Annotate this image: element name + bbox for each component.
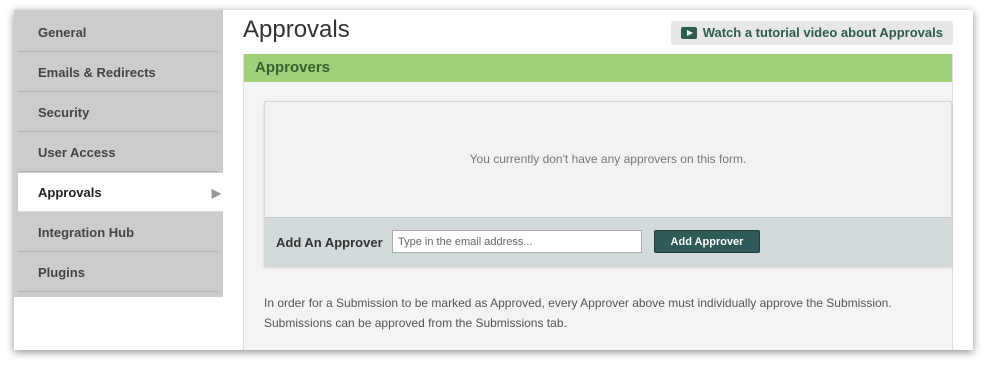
sidebar-item-integration-hub[interactable]: Integration Hub: [18, 213, 218, 252]
sidebar-item-label: General: [38, 25, 87, 40]
tutorial-video-button[interactable]: Watch a tutorial video about Approvals: [670, 21, 953, 45]
approver-email-input[interactable]: [392, 230, 642, 253]
add-approver-row: Add An Approver Add Approver: [265, 217, 951, 266]
sidebar-item-label: User Access: [38, 145, 116, 160]
sidebar-item-approvals[interactable]: Approvals ▶: [18, 173, 223, 212]
settings-window: General Emails & Redirects Security User…: [14, 10, 973, 350]
sidebar-item-label: Integration Hub: [38, 225, 135, 240]
add-approver-button[interactable]: Add Approver: [654, 230, 760, 253]
sidebar-item-label: Approvals: [38, 185, 102, 200]
empty-approvers-message: You currently don't have any approvers o…: [469, 152, 747, 166]
add-approver-label: Add An Approver: [276, 235, 383, 250]
panel-header: Approvers: [244, 54, 952, 82]
sidebar-item-label: Emails & Redirects: [38, 65, 156, 80]
approvers-box: You currently don't have any approvers o…: [264, 101, 952, 267]
sidebar-item-plugins[interactable]: Plugins: [18, 253, 218, 292]
sidebar-item-label: Plugins: [38, 265, 85, 280]
approvers-panel: Approvers You currently don't have any a…: [243, 54, 953, 350]
tutorial-video-label: Watch a tutorial video about Approvals: [702, 25, 943, 40]
sidebar-item-general[interactable]: General: [18, 13, 218, 52]
sidebar-item-user-access[interactable]: User Access: [18, 133, 218, 172]
sidebar-item-emails-redirects[interactable]: Emails & Redirects: [18, 53, 218, 92]
sidebar-item-label: Security: [38, 105, 90, 120]
approvals-help-text: In order for a Submission to be marked a…: [264, 296, 892, 330]
sidebar-item-security[interactable]: Security: [18, 93, 218, 132]
settings-sidebar: General Emails & Redirects Security User…: [14, 10, 223, 297]
main-content: Approvals Watch a tutorial video about A…: [243, 10, 973, 350]
video-play-icon: [680, 27, 697, 39]
active-arrow-icon: ▶: [211, 186, 221, 200]
page-title: Approvals: [243, 16, 350, 43]
